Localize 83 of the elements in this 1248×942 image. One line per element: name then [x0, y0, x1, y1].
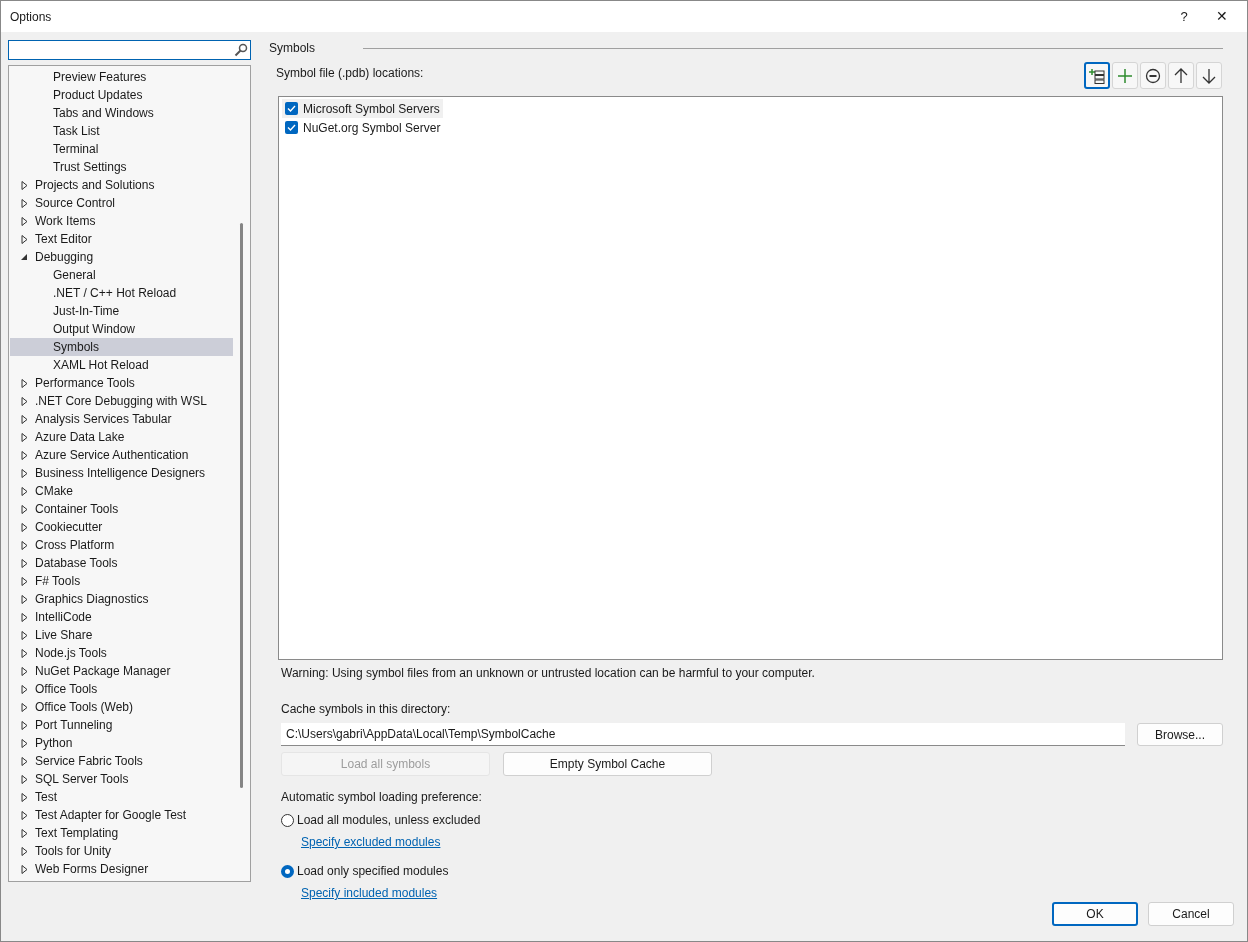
- add-icon: [1117, 67, 1133, 84]
- tree-item[interactable]: Cross Platform: [10, 536, 233, 554]
- tree-item[interactable]: Just-In-Time: [10, 302, 233, 320]
- search-field[interactable]: [8, 40, 251, 60]
- radio-label: Load all modules, unless excluded: [297, 812, 481, 829]
- radio-button[interactable]: [281, 813, 294, 827]
- tree-item[interactable]: Terminal: [10, 140, 233, 158]
- browse-button[interactable]: Browse...: [1137, 723, 1223, 746]
- checkbox[interactable]: [285, 102, 298, 115]
- tree-item[interactable]: Preview Features: [10, 68, 233, 86]
- checkbox[interactable]: [285, 121, 298, 134]
- cancel-button[interactable]: Cancel: [1148, 902, 1234, 926]
- tree-item[interactable]: Azure Data Lake: [10, 428, 233, 446]
- warning-text: Warning: Using symbol files from an unknown or untrusted location can be harmful to your computer.: [281, 665, 816, 682]
- tree-item[interactable]: Office Tools (Web): [10, 698, 233, 716]
- tree-item[interactable]: Output Window: [10, 320, 233, 338]
- tree-item[interactable]: Database Tools: [10, 554, 233, 572]
- tree-item[interactable]: Tools for Unity: [10, 842, 233, 860]
- tree-item[interactable]: CMake: [10, 482, 233, 500]
- tree-item[interactable]: .NET Core Debugging with WSL: [10, 392, 233, 410]
- tree-item[interactable]: Product Updates: [10, 86, 233, 104]
- tree-item[interactable]: Python: [10, 734, 233, 752]
- tree-item[interactable]: Text Editor: [10, 230, 233, 248]
- list-add-button[interactable]: [1084, 62, 1110, 89]
- tree-item[interactable]: General: [10, 266, 233, 284]
- tree-item[interactable]: Web Forms Designer: [10, 860, 233, 878]
- tree-item[interactable]: Test Adapter for Google Test: [10, 806, 233, 824]
- checkmark-icon: [287, 123, 296, 132]
- action-button[interactable]: Empty Symbol Cache: [503, 752, 712, 776]
- tree-item[interactable]: SQL Server Tools: [10, 770, 233, 788]
- tree-item[interactable]: Symbols: [10, 338, 233, 356]
- location-item[interactable]: NuGet.org Symbol Server: [282, 118, 444, 137]
- tree-item[interactable]: Task List: [10, 122, 233, 140]
- tree-item[interactable]: Business Intelligence Designers: [10, 464, 233, 482]
- tree-item[interactable]: XAML Hot Reload: [10, 356, 233, 374]
- tree-item[interactable]: Office Tools: [10, 680, 233, 698]
- tree-item[interactable]: Debugging: [10, 248, 233, 266]
- tree-item[interactable]: Tabs and Windows: [10, 104, 233, 122]
- scrollbar-thumb[interactable]: [240, 223, 243, 788]
- tree-item[interactable]: Service Fabric Tools: [10, 752, 233, 770]
- down-arrow-button[interactable]: [1196, 62, 1222, 89]
- radio-label: Load only specified modules: [297, 863, 449, 880]
- down-arrow-icon: [1201, 67, 1217, 84]
- remove-button[interactable]: [1140, 62, 1166, 89]
- expanded-arrow-icon: [20, 252, 29, 262]
- link[interactable]: Specify excluded modules: [301, 833, 441, 851]
- up-arrow-button[interactable]: [1168, 62, 1194, 89]
- tree-item[interactable]: Analysis Services Tabular: [10, 410, 233, 428]
- tree-item[interactable]: Node.js Tools: [10, 644, 233, 662]
- tree-item[interactable]: Port Tunneling: [10, 716, 233, 734]
- link[interactable]: Specify included modules: [301, 884, 438, 902]
- tree-item[interactable]: Graphics Diagnostics: [10, 590, 233, 608]
- tree-item[interactable]: Test: [10, 788, 233, 806]
- tree-item[interactable]: Text Templating: [10, 824, 233, 842]
- window-title: Options: [10, 8, 52, 26]
- field-label: Symbol file (.pdb) locations:: [276, 65, 424, 82]
- location-item[interactable]: Microsoft Symbol Servers: [282, 99, 443, 118]
- field-label: Automatic symbol loading preference:: [281, 789, 483, 806]
- tree-item[interactable]: IntelliCode: [10, 608, 233, 626]
- tree-item[interactable]: Cookiecutter: [10, 518, 233, 536]
- remove-icon: [1145, 67, 1161, 84]
- tree-item[interactable]: NuGet Package Manager: [10, 662, 233, 680]
- close-button[interactable]: ✕: [1199, 1, 1245, 32]
- radio-button[interactable]: [281, 864, 294, 878]
- search-icon: [234, 43, 248, 57]
- section-title: Symbols: [269, 40, 315, 57]
- tree-item[interactable]: Trust Settings: [10, 158, 233, 176]
- tree-item[interactable]: Source Control: [10, 194, 233, 212]
- tree-item[interactable]: Container Tools: [10, 500, 233, 518]
- field-label: Cache symbols in this directory:: [281, 701, 452, 718]
- checkmark-icon: [287, 104, 296, 113]
- ok-button[interactable]: OK: [1052, 902, 1138, 926]
- tree-item[interactable]: Work Items: [10, 212, 233, 230]
- path-field[interactable]: C:\Users\gabri\AppData\Local\Temp\SymbolCache: [281, 723, 1125, 746]
- up-arrow-icon: [1173, 67, 1189, 84]
- tree-item[interactable]: Performance Tools: [10, 374, 233, 392]
- tree-item[interactable]: Azure Service Authentication: [10, 446, 233, 464]
- tree-item[interactable]: F# Tools: [10, 572, 233, 590]
- help-button[interactable]: ?: [1169, 1, 1199, 32]
- list-add-icon: [1089, 67, 1105, 84]
- tree-item[interactable]: Live Share: [10, 626, 233, 644]
- tree-item[interactable]: Projects and Solutions: [10, 176, 233, 194]
- tree-item[interactable]: .NET / C++ Hot Reload: [10, 284, 233, 302]
